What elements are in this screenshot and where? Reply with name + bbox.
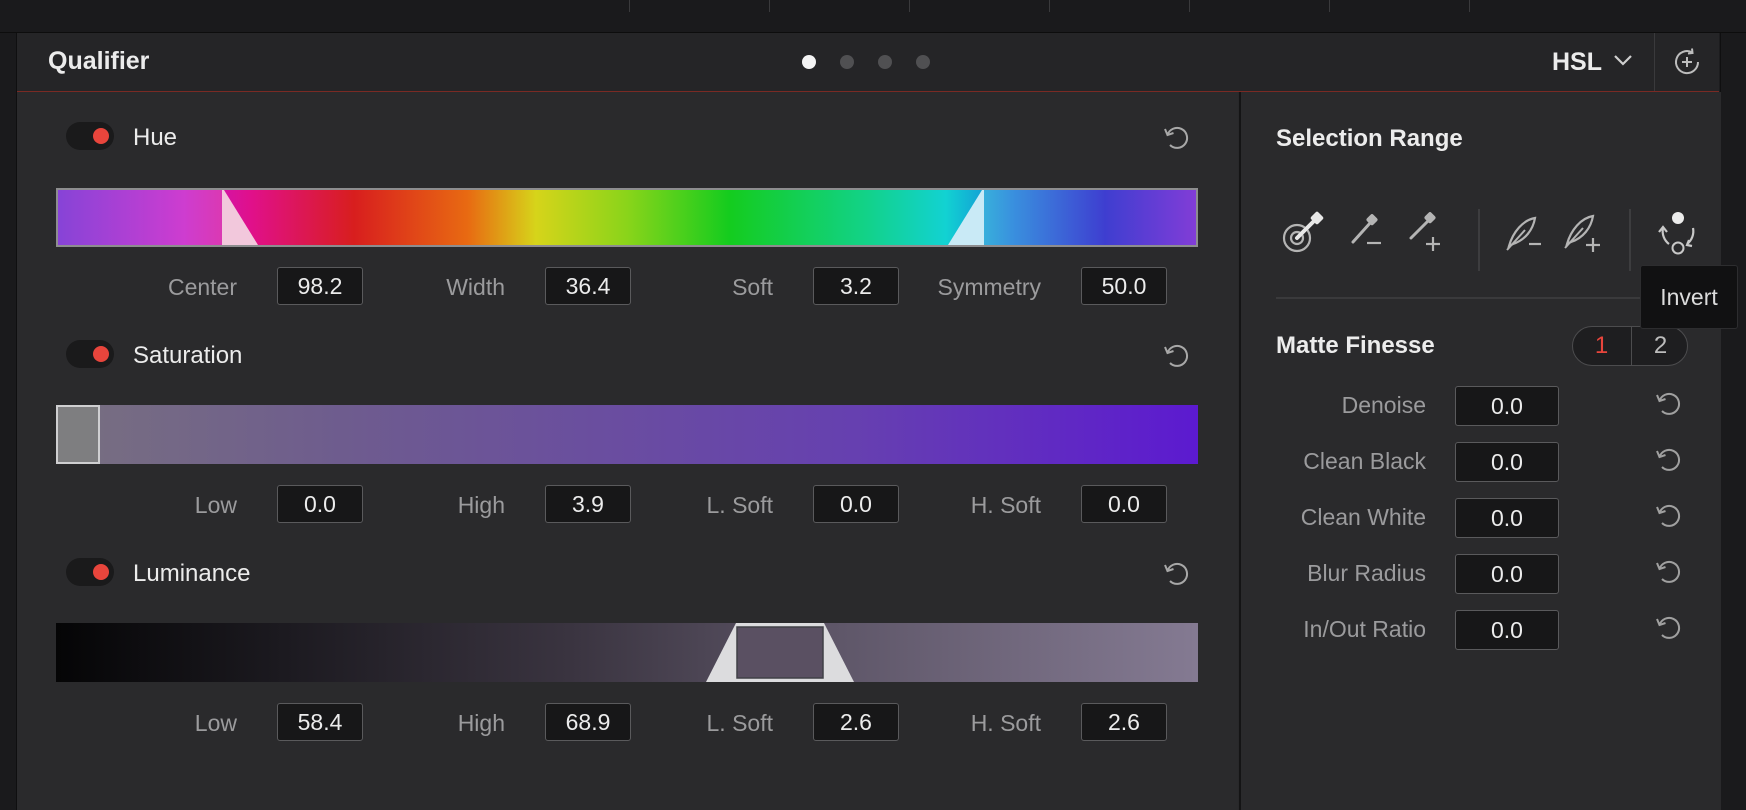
- clean-white-label: Clean White: [1300, 504, 1426, 530]
- hue-width-input[interactable]: 36.4: [545, 267, 631, 305]
- picker-icon[interactable]: [1279, 208, 1327, 258]
- luminance-low-input[interactable]: 58.4: [277, 703, 363, 741]
- luminance-label: Luminance: [133, 560, 251, 587]
- header-divider: [1654, 33, 1655, 91]
- matte-tab-2[interactable]: 2: [1631, 327, 1687, 365]
- hue-soft-handle-left[interactable]: [222, 190, 260, 245]
- selection-panel: Selection Range Matte Finesse 1 2 Denois…: [1239, 92, 1721, 810]
- hue-field-label: Symmetry: [937, 274, 1042, 300]
- luminance-range-handle[interactable]: [706, 623, 856, 682]
- clean-black-label: Clean Black: [1303, 448, 1426, 474]
- hue-symmetry-input[interactable]: 50.0: [1081, 267, 1167, 305]
- hue-soft-input[interactable]: 3.2: [813, 267, 899, 305]
- luminance-field-label: H. Soft: [970, 710, 1041, 736]
- saturation-enable-toggle[interactable]: [66, 340, 114, 368]
- hue-soft-handle-right[interactable]: [946, 190, 984, 245]
- top-toolbar-strip: [0, 0, 1746, 33]
- saturation-reset-icon[interactable]: [1162, 341, 1192, 371]
- saturation-label: Saturation: [133, 342, 243, 369]
- page-dot-4[interactable]: [916, 55, 930, 69]
- denoise-input[interactable]: 0.0: [1455, 386, 1559, 426]
- luminance-range-bar[interactable]: [56, 623, 1198, 682]
- qualifier-panel: Qualifier HSL Hue Center 98.2 Width 36.4…: [17, 33, 1721, 810]
- page-dot-3[interactable]: [878, 55, 892, 69]
- hue-range-bar[interactable]: [56, 188, 1198, 247]
- saturation-low-input[interactable]: 0.0: [277, 485, 363, 523]
- toggle-knob: [93, 564, 109, 580]
- selection-range-title: Selection Range: [1276, 125, 1463, 152]
- page-dot-1[interactable]: [802, 55, 816, 69]
- saturation-field-label: H. Soft: [970, 492, 1041, 518]
- toolbar-divider: [629, 0, 630, 12]
- luminance-field-label: High: [457, 710, 505, 736]
- picker-minus-icon[interactable]: [1345, 208, 1385, 258]
- matte-finesse-title: Matte Finesse: [1276, 332, 1435, 359]
- feather-minus-icon[interactable]: [1503, 208, 1545, 258]
- clean-black-input[interactable]: 0.0: [1455, 442, 1559, 482]
- hue-field-label: Center: [167, 274, 237, 300]
- toolbar-divider: [769, 0, 770, 12]
- luminance-enable-toggle[interactable]: [66, 558, 114, 586]
- luminance-lsoft-input[interactable]: 2.6: [813, 703, 899, 741]
- chevron-down-icon[interactable]: [1613, 53, 1633, 67]
- left-edge-panel: [0, 33, 17, 810]
- hue-center-input[interactable]: 98.2: [277, 267, 363, 305]
- add-qualifier-icon[interactable]: [1672, 47, 1702, 77]
- blur-radius-input[interactable]: 0.0: [1455, 554, 1559, 594]
- luminance-field-label: Low: [194, 710, 237, 736]
- luminance-field-label: L. Soft: [706, 710, 773, 736]
- invert-icon[interactable]: [1655, 208, 1701, 258]
- invert-tooltip: Invert: [1640, 265, 1738, 329]
- hue-deselected-region: [58, 190, 224, 245]
- in-out-ratio-input[interactable]: 0.0: [1455, 610, 1559, 650]
- toolbar-divider: [1469, 0, 1470, 12]
- blur-radius-label: Blur Radius: [1307, 560, 1426, 586]
- saturation-hsoft-input[interactable]: 0.0: [1081, 485, 1167, 523]
- toggle-knob: [93, 346, 109, 362]
- hue-label: Hue: [133, 124, 178, 151]
- toolbar-divider: [1189, 0, 1190, 12]
- hue-field-label: Soft: [732, 274, 773, 300]
- luminance-hsoft-input[interactable]: 2.6: [1081, 703, 1167, 741]
- clean-black-reset-icon[interactable]: [1654, 445, 1684, 475]
- hsl-controls: Hue Center 98.2 Width 36.4 Soft 3.2 Symm…: [17, 92, 1238, 810]
- clean-white-input[interactable]: 0.0: [1455, 498, 1559, 538]
- luminance-high-input[interactable]: 68.9: [545, 703, 631, 741]
- matte-tab-1[interactable]: 1: [1573, 327, 1630, 365]
- saturation-field-label: L. Soft: [706, 492, 773, 518]
- saturation-lsoft-input[interactable]: 0.0: [813, 485, 899, 523]
- toolbar-divider: [909, 0, 910, 12]
- feather-plus-icon[interactable]: [1561, 208, 1603, 258]
- panel-header: Qualifier HSL: [17, 33, 1719, 92]
- toolbar-divider: [1329, 0, 1330, 12]
- mode-select[interactable]: HSL: [1552, 48, 1602, 77]
- picker-plus-icon[interactable]: [1403, 208, 1443, 258]
- hue-reset-icon[interactable]: [1162, 123, 1192, 153]
- hue-enable-toggle[interactable]: [66, 122, 114, 150]
- right-edge-panel: [1720, 33, 1746, 810]
- saturation-range-handle[interactable]: [56, 405, 100, 464]
- saturation-field-label: Low: [194, 492, 237, 518]
- panel-title: Qualifier: [48, 47, 150, 75]
- in-out-ratio-label: In/Out Ratio: [1303, 616, 1426, 642]
- toggle-knob: [93, 128, 109, 144]
- denoise-label: Denoise: [1341, 392, 1426, 418]
- toolbar-divider: [1629, 209, 1631, 271]
- saturation-range-bar[interactable]: [56, 405, 1198, 464]
- matte-finesse-tabs: 1 2: [1572, 326, 1688, 366]
- blur-radius-reset-icon[interactable]: [1654, 557, 1684, 587]
- page-dot-2[interactable]: [840, 55, 854, 69]
- in-out-ratio-reset-icon[interactable]: [1654, 613, 1684, 643]
- hue-deselected-region: [982, 190, 1196, 245]
- luminance-reset-icon[interactable]: [1162, 559, 1192, 589]
- clean-white-reset-icon[interactable]: [1654, 501, 1684, 531]
- saturation-field-label: High: [457, 492, 505, 518]
- saturation-high-input[interactable]: 3.9: [545, 485, 631, 523]
- hue-field-label: Width: [446, 274, 505, 300]
- denoise-reset-icon[interactable]: [1654, 389, 1684, 419]
- toolbar-divider: [1478, 209, 1480, 271]
- toolbar-divider: [1049, 0, 1050, 12]
